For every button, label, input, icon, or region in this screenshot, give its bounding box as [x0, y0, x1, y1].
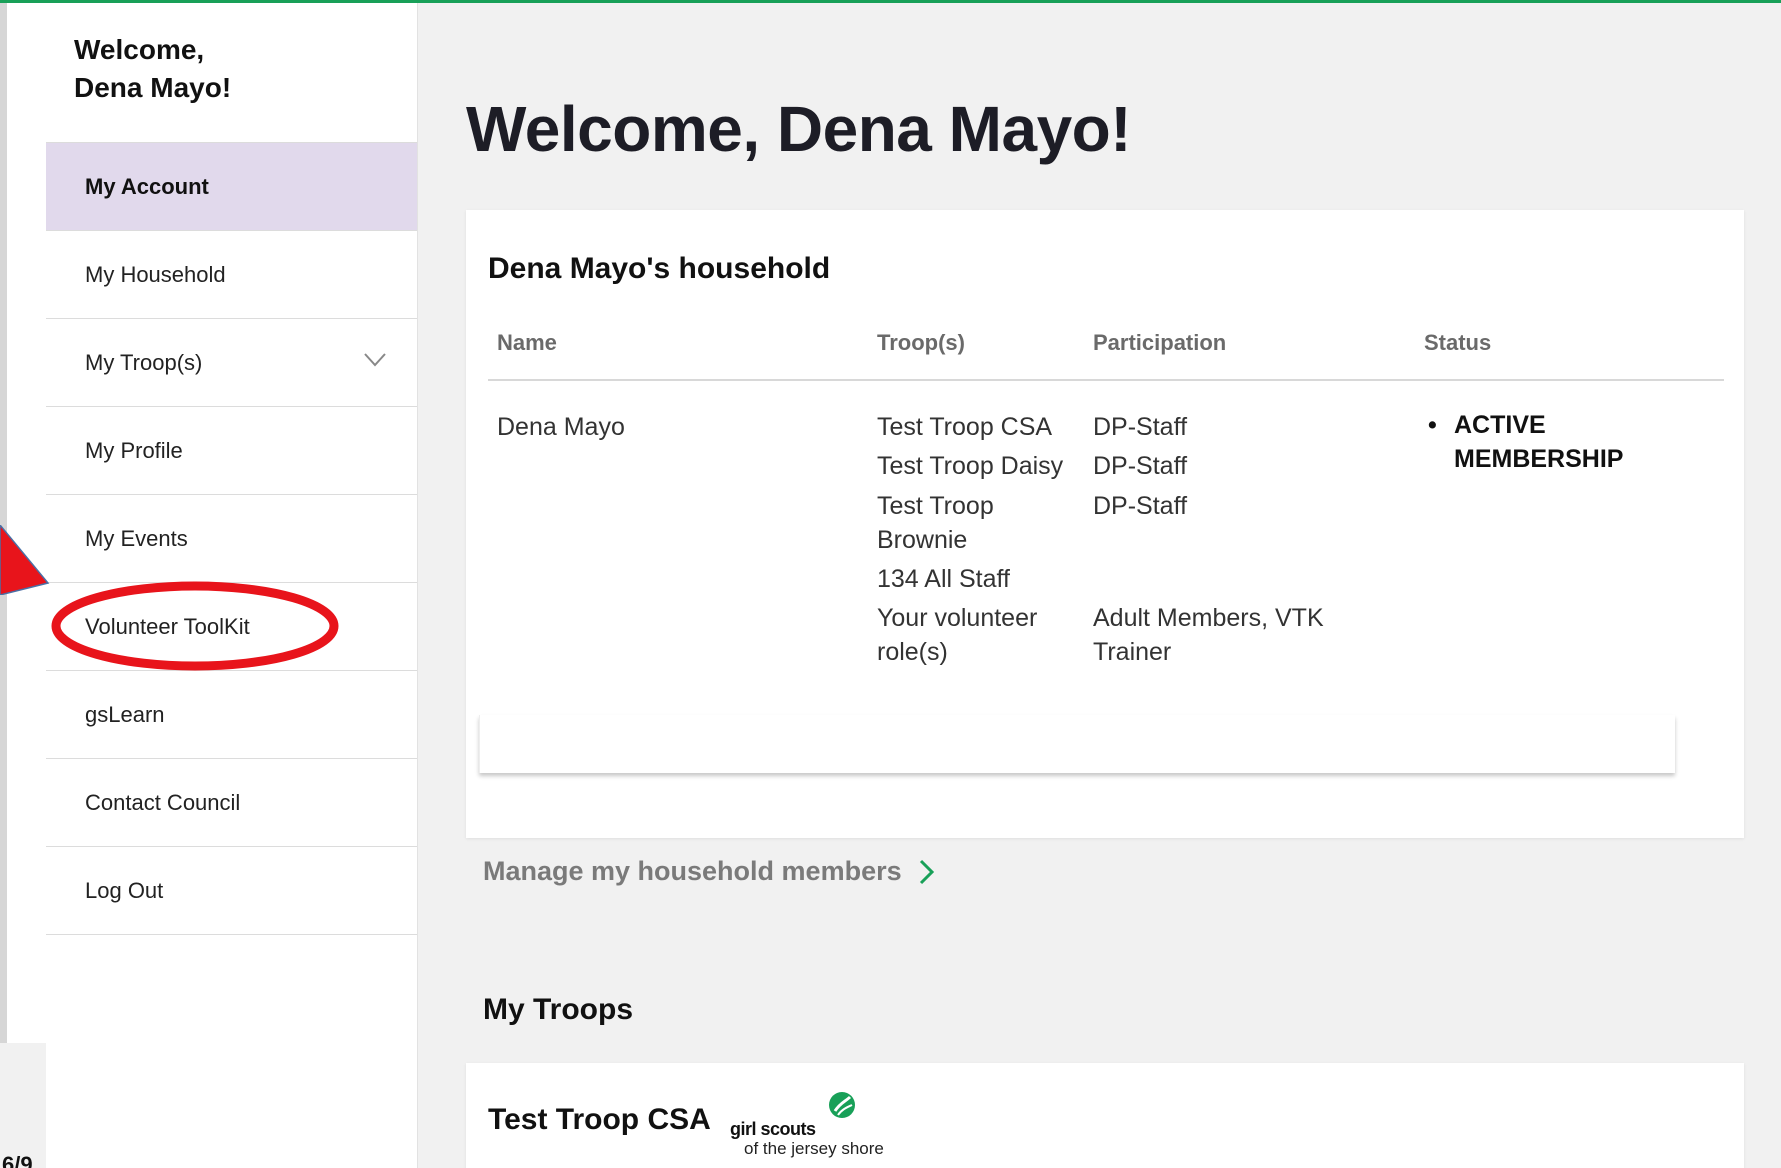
- participation-cell: DP-Staff: [1093, 452, 1188, 480]
- sidebar-item-volunteer-toolkit[interactable]: Volunteer ToolKit: [46, 583, 417, 671]
- sidebar-welcome: Welcome, Dena Mayo!: [46, 3, 417, 143]
- sidebar-item-my-events[interactable]: My Events: [46, 495, 417, 583]
- troop-cell: 134 All Staff: [877, 565, 1010, 593]
- sidebar: Welcome, Dena Mayo! My Account My Househ…: [46, 3, 418, 1168]
- participation-cell: DP-Staff: [1093, 492, 1188, 520]
- sidebar-item-my-profile[interactable]: My Profile: [46, 407, 417, 495]
- participation-cell: DP-Staff: [1093, 413, 1188, 441]
- sidebar-item-contact-council[interactable]: Contact Council: [46, 759, 417, 847]
- chevron-down-icon[interactable]: [364, 353, 386, 367]
- sidebar-item-label: Log Out: [85, 877, 164, 903]
- sidebar-item-label: Volunteer ToolKit: [85, 613, 250, 639]
- household-card: Dena Mayo's household Name Troop(s) Part…: [466, 210, 1744, 838]
- sidebar-welcome-line1: Welcome,: [74, 34, 205, 65]
- troop-cell: role(s): [877, 638, 948, 666]
- trefoil-icon: [829, 1092, 855, 1118]
- household-subcard: [479, 715, 1675, 773]
- corner-page-indicator: 6/9: [2, 1152, 33, 1168]
- chevron-right-icon: [919, 859, 934, 884]
- sidebar-item-label: Contact Council: [85, 789, 241, 815]
- sidebar-item-label: My Troop(s): [85, 349, 203, 375]
- header-divider: [488, 379, 1724, 381]
- household-title: Dena Mayo's household: [488, 252, 831, 285]
- troop-card-name: Test Troop CSA: [488, 1103, 711, 1136]
- manage-household-label: Manage my household members: [483, 856, 902, 886]
- page-title: Welcome, Dena Mayo!: [466, 93, 1132, 165]
- sidebar-item-label: My Events: [85, 525, 188, 551]
- sidebar-item-label: My Account: [85, 173, 209, 199]
- troop-cell: Test Troop CSA: [877, 413, 1053, 441]
- column-header-name: Name: [497, 330, 557, 355]
- status-badge: • ACTIVE MEMBERSHIP: [1428, 408, 1623, 476]
- participation-cell: Trainer: [1093, 638, 1172, 666]
- left-white-strip: [7, 3, 46, 1043]
- sidebar-item-log-out[interactable]: Log Out: [46, 847, 417, 935]
- manage-household-link[interactable]: Manage my household members: [483, 856, 936, 887]
- sidebar-item-my-troops[interactable]: My Troop(s): [46, 319, 417, 407]
- column-header-participation: Participation: [1093, 330, 1227, 355]
- sidebar-item-label: My Household: [85, 261, 226, 287]
- sidebar-item-my-account[interactable]: My Account: [46, 143, 417, 231]
- sidebar-item-label: My Profile: [85, 437, 183, 463]
- sidebar-item-gslearn[interactable]: gsLearn: [46, 671, 417, 759]
- troop-cell: Test Troop: [877, 492, 994, 520]
- girl-scouts-logo: girl scouts of the jersey shore: [730, 1087, 910, 1158]
- logo-line1: girl scouts: [730, 1119, 816, 1139]
- troop-cell: Brownie: [877, 526, 968, 554]
- sidebar-item-my-household[interactable]: My Household: [46, 231, 417, 319]
- my-troops-title: My Troops: [483, 993, 634, 1026]
- troop-card[interactable]: Test Troop CSA girl scouts of the jersey…: [466, 1063, 1744, 1168]
- troop-cell: Test Troop Daisy: [877, 452, 1064, 480]
- status-line2: MEMBERSHIP: [1454, 445, 1624, 473]
- column-header-troops: Troop(s): [877, 330, 965, 355]
- status-line1: ACTIVE: [1454, 411, 1546, 439]
- sidebar-item-label: gsLearn: [85, 701, 165, 727]
- status-bullet: •: [1428, 411, 1437, 439]
- column-header-status: Status: [1424, 330, 1492, 355]
- troop-cell: Your volunteer: [877, 604, 1038, 632]
- sidebar-welcome-line2: Dena Mayo!: [74, 72, 232, 103]
- left-gray-strip: [0, 3, 7, 1043]
- participation-cell: Adult Members, VTK: [1093, 604, 1324, 632]
- logo-line2: of the jersey shore: [744, 1139, 884, 1158]
- member-name: Dena Mayo: [497, 413, 625, 441]
